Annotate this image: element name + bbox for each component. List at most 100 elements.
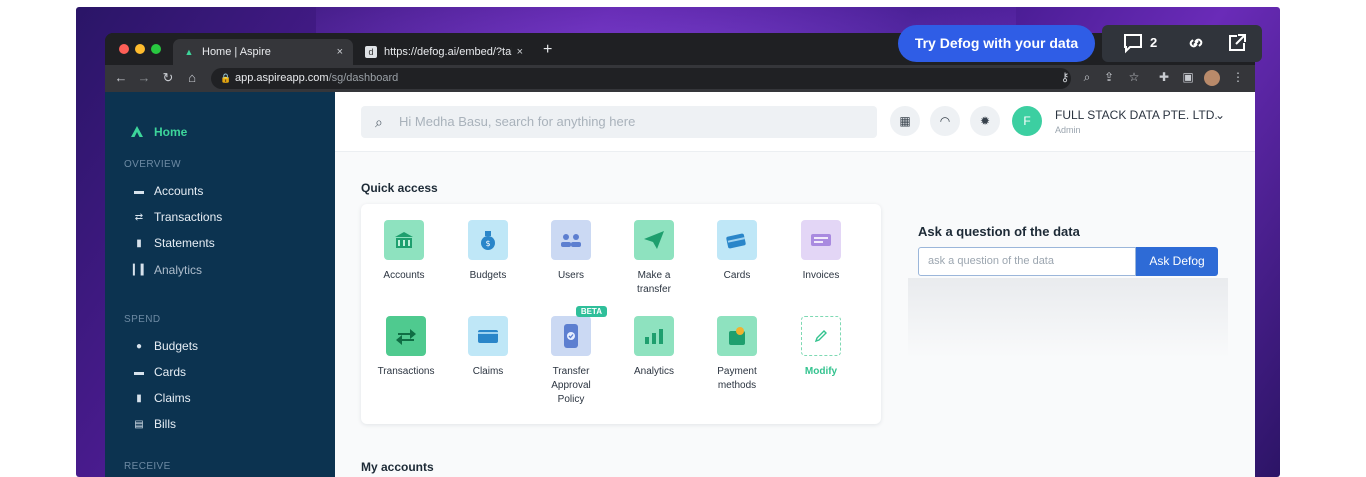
quick-access-invoices[interactable]: Invoices [779,220,863,283]
user-role: Admin [1055,125,1081,135]
tile-label: Modify [804,366,838,377]
sidebar-panel-icon[interactable]: ▣ [1180,70,1196,84]
close-tab-icon[interactable]: × [337,46,343,58]
card-icon [717,220,757,260]
invoice-icon [801,220,841,260]
quick-access-users[interactable]: Users [529,220,613,283]
gift-icon[interactable]: ▦ [890,106,920,136]
aspire-logo-icon [131,126,143,137]
top-bar: ⌕ Hi Medha Basu, search for anything her… [335,92,1255,152]
bar-chart-icon: ▎▍ [133,264,149,276]
sidebar-item-accounts[interactable]: ▬ Accounts [133,184,203,198]
my-accounts-title: My accounts [361,460,434,474]
url-field[interactable]: 🔒 app.aspireapp.com/sg/dashboard [211,68,1071,89]
tile-label: Invoices [802,270,840,281]
tile-label: Users [557,270,585,281]
bank-icon [384,220,424,260]
sidebar-item-statements[interactable]: ▮ Statements [133,236,214,250]
close-window-button[interactable] [119,44,129,54]
url-host: app.aspireapp.com [235,72,329,84]
sidebar-item-label: Cards [154,365,187,379]
quick-access-title: Quick access [361,181,438,195]
main-content: ⌕ Hi Medha Basu, search for anything her… [335,92,1255,477]
lock-icon: 🔒 [220,73,232,83]
defog-toolbar: 2 [1102,25,1262,62]
bar-chart-icon [634,316,674,356]
back-arrow-icon[interactable]: ← [113,70,129,85]
forward-arrow-icon[interactable]: → [136,70,152,85]
address-bar-row: ← → ↻ ⌂ 🔒 app.aspireapp.com/sg/dashboard… [105,65,1255,92]
transfer-arrows-icon [386,316,426,356]
sidebar: Home OVERVIEW ▬ Accounts ⇄ Transactions … [105,92,335,477]
search-input[interactable]: ⌕ Hi Medha Basu, search for anything her… [361,106,877,138]
tile-label: Cards [723,270,751,281]
close-tab-icon[interactable]: × [517,46,523,58]
money-bag-icon: ● [135,340,143,352]
reload-icon[interactable]: ↻ [160,70,176,86]
sidebar-item-label: Analytics [154,263,203,277]
tab-home-aspire[interactable]: ▲ Home | Aspire × [173,39,353,65]
headset-support-icon[interactable]: ◠ [930,106,960,136]
extensions-puzzle-icon[interactable]: ✚ [1156,70,1172,84]
pencil-icon [801,316,841,356]
key-icon[interactable]: ⚷ [1057,70,1073,84]
quick-access-modify[interactable]: Modify [779,316,863,379]
quick-access-accounts[interactable]: Accounts [362,220,446,283]
sidebar-item-label: Budgets [154,339,199,353]
comment-icon[interactable] [1122,32,1144,59]
quick-access-make-a-transfer[interactable]: Make a transfer [612,220,696,297]
ask-results-area [908,278,1228,358]
home-icon[interactable]: ⌂ [184,70,200,85]
sidebar-item-analytics[interactable]: ▎▍ Analytics [133,263,202,277]
try-defog-button[interactable]: Try Defog with your data [898,25,1095,62]
aspire-favicon-icon: ▲ [184,47,194,57]
ask-question-input[interactable]: ask a question of the data [918,247,1136,276]
tab-defog-embed[interactable]: d https://defog.ai/embed/?table= × [355,39,533,65]
avatar[interactable]: F [1012,106,1042,136]
document-icon: ▮ [136,237,142,249]
external-link-icon[interactable] [1226,32,1248,59]
payment-icon [717,316,757,356]
gear-icon[interactable]: ✹ [970,106,1000,136]
sidebar-item-label: Claims [154,391,191,405]
zoom-icon[interactable]: ⌕ [1079,70,1095,85]
search-placeholder: Hi Medha Basu, search for anything here [399,114,636,129]
ask-question-panel: Ask a question of the data ask a questio… [908,212,1228,382]
ask-defog-button[interactable]: Ask Defog [1136,247,1218,276]
defog-favicon-icon: d [365,46,377,58]
new-tab-button[interactable]: + [543,41,552,59]
sidebar-item-home[interactable]: Home [130,125,187,139]
sidebar-item-cards[interactable]: ▬ Cards [133,365,186,379]
sidebar-home-label: Home [154,125,188,139]
kebab-menu-icon[interactable]: ⋮ [1230,70,1246,84]
sidebar-item-bills[interactable]: ▤ Bills [133,417,176,431]
quick-access-transactions[interactable]: Transactions [364,316,448,379]
sidebar-item-claims[interactable]: ▮ Claims [133,391,191,405]
quick-access-transfer-approval-policy[interactable]: BETA Transfer Approval Policy [529,306,613,407]
quick-access-budgets[interactable]: $ Budgets [446,220,530,283]
quick-access-analytics[interactable]: Analytics [612,316,696,379]
tab-label: Home | Aspire [202,46,271,58]
chevron-down-icon[interactable]: ⌄ [1215,108,1225,122]
share-icon[interactable]: ⇪ [1101,70,1117,84]
comment-count: 2 [1150,35,1158,50]
quick-access-card: Accounts $ Budgets Users Make a transfer [361,204,881,424]
maximize-window-button[interactable] [151,44,161,54]
tile-label: Claims [472,366,504,377]
beta-badge: BETA [575,306,607,317]
sidebar-item-label: Bills [154,417,177,431]
link-icon[interactable] [1185,32,1207,59]
company-name[interactable]: FULL STACK DATA PTE. LTD. [1055,108,1218,122]
quick-access-payment-methods[interactable]: Payment methods [695,316,779,393]
quick-access-claims[interactable]: Claims [446,316,530,379]
quick-access-cards[interactable]: Cards [695,220,779,283]
minimize-window-button[interactable] [135,44,145,54]
sidebar-item-budgets[interactable]: ● Budgets [133,339,198,353]
bill-icon: ▤ [134,418,144,430]
paper-plane-icon [634,220,674,260]
screen: ▲ Home | Aspire × d https://defog.ai/emb… [0,0,1366,477]
sidebar-item-transactions[interactable]: ⇄ Transactions [133,210,222,224]
profile-avatar[interactable] [1204,70,1220,86]
url-path: /sg/dashboard [328,72,399,84]
bookmark-star-icon[interactable]: ☆ [1126,70,1142,84]
